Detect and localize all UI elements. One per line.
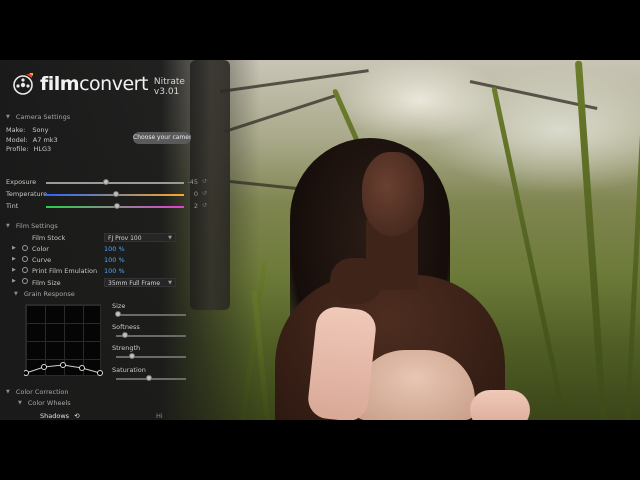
control-panel: filmconvert Nitrate v3.01 ▼ Camera Setti… [0, 60, 207, 420]
temperature-slider-handle[interactable] [113, 191, 119, 197]
profile-label: Profile: [6, 145, 29, 153]
film-stock-label: Film Stock [32, 234, 66, 242]
chevron-right-icon[interactable]: ▶ [12, 267, 16, 273]
reset-icon[interactable]: ↺ [202, 202, 207, 209]
subject-hand [330, 258, 382, 304]
grass-blade [625, 100, 640, 420]
app-version: Nitrate v3.01 [153, 77, 185, 97]
app-logo: filmconvert Nitrate v3.01 [12, 68, 200, 100]
temperature-label: Temperature [6, 190, 48, 198]
chevron-right-icon[interactable]: ▶ [12, 256, 16, 262]
color-wheels-header[interactable]: ▼ Color Wheels [18, 399, 71, 407]
stopwatch-icon[interactable] [22, 267, 28, 273]
film-settings-header[interactable]: ▼ Film Settings [6, 222, 58, 230]
model-label: Model: [6, 136, 28, 144]
grain-response-curve[interactable] [24, 304, 103, 376]
film-size-value: 35mm Full Frame [108, 280, 161, 287]
section-label: Color Correction [15, 388, 69, 396]
highlights-label: Hi [156, 412, 163, 420]
app-frame: filmconvert Nitrate v3.01 ▼ Camera Setti… [0, 60, 640, 420]
profile-value: HLG3 [33, 145, 52, 153]
grain-saturation-label: Saturation [112, 366, 146, 374]
chevron-down-icon: ▼ [6, 114, 10, 120]
stopwatch-icon[interactable] [22, 245, 28, 251]
section-label: Camera Settings [15, 113, 71, 121]
grass-blade [574, 60, 607, 420]
color-correction-header[interactable]: ▼ Color Correction [6, 388, 69, 396]
exposure-value[interactable]: -45 [178, 178, 198, 186]
grain-strength-slider-handle[interactable] [129, 353, 135, 359]
make-label: Make: [6, 126, 26, 134]
section-label: Color Wheels [27, 399, 71, 407]
grain-size-slider-handle[interactable] [115, 311, 121, 317]
print-film-emulation-value[interactable]: 100 % [104, 267, 125, 275]
tint-value[interactable]: 2 [178, 202, 198, 210]
make-value: Sony [32, 126, 49, 134]
reset-icon[interactable]: ↺ [202, 190, 207, 197]
color-value[interactable]: 100 % [104, 245, 125, 253]
grain-response-header[interactable]: ▼ Grain Response [14, 290, 75, 298]
section-label: Film Settings [15, 222, 58, 230]
grain-softness-slider-handle[interactable] [122, 332, 128, 338]
shadows-label: Shadows ⟲ [40, 412, 80, 420]
camera-settings-header[interactable]: ▼ Camera Settings [6, 113, 70, 121]
print-film-emulation-label: Print Film Emulation [32, 267, 98, 275]
chevron-down-icon: ▼ [168, 280, 172, 286]
grain-saturation-slider-handle[interactable] [146, 375, 152, 381]
tint-label: Tint [6, 202, 19, 210]
grain-strength-slider[interactable] [116, 356, 186, 358]
chevron-down-icon: ▼ [14, 291, 18, 297]
temperature-value[interactable]: 0 [178, 190, 198, 198]
film-stock-select[interactable]: FJ Prov 100 ▼ [104, 233, 176, 242]
film-reel-icon [12, 73, 34, 95]
choose-camera-button[interactable]: Choose your camera [133, 132, 191, 144]
make-row: Make: Sony [6, 126, 48, 134]
exposure-label: Exposure [6, 178, 37, 186]
model-value: A7 mk3 [32, 136, 58, 144]
chevron-down-icon: ▼ [18, 400, 22, 406]
color-label: Color [32, 245, 49, 253]
tint-slider-handle[interactable] [114, 203, 120, 209]
exposure-slider-handle[interactable] [103, 179, 109, 185]
curve-label: Curve [32, 256, 52, 264]
model-row: Model: A7 mk3 [6, 136, 58, 144]
grain-strength-label: Strength [112, 344, 141, 352]
chevron-right-icon[interactable]: ▶ [12, 245, 16, 251]
grain-size-slider[interactable] [116, 314, 186, 316]
chevron-down-icon: ▼ [6, 223, 10, 229]
stopwatch-icon[interactable] [22, 256, 28, 262]
reset-icon[interactable]: ↺ [202, 178, 207, 185]
chevron-down-icon: ▼ [168, 235, 172, 241]
chevron-right-icon[interactable]: ▶ [12, 278, 16, 284]
subject-face [362, 152, 424, 236]
curve-value[interactable]: 100 % [104, 256, 125, 264]
film-stock-value: FJ Prov 100 [108, 235, 142, 242]
film-size-label: Film Size [32, 279, 61, 287]
shadows-text: Shadows [40, 412, 70, 420]
grain-size-label: Size [112, 302, 126, 310]
chevron-down-icon: ▼ [6, 389, 10, 395]
stopwatch-icon[interactable] [22, 278, 28, 284]
reset-icon[interactable]: ⟲ [74, 412, 79, 420]
subject-sleeve-left [306, 305, 378, 420]
exposure-slider[interactable] [46, 182, 184, 184]
section-label: Grain Response [23, 290, 75, 298]
logo-wordmark: filmconvert [40, 73, 148, 95]
film-size-select[interactable]: 35mm Full Frame ▼ [104, 278, 176, 287]
subject-sleeve-right [470, 390, 530, 420]
grain-softness-label: Softness [112, 323, 140, 331]
profile-row: Profile: HLG3 [6, 145, 51, 153]
